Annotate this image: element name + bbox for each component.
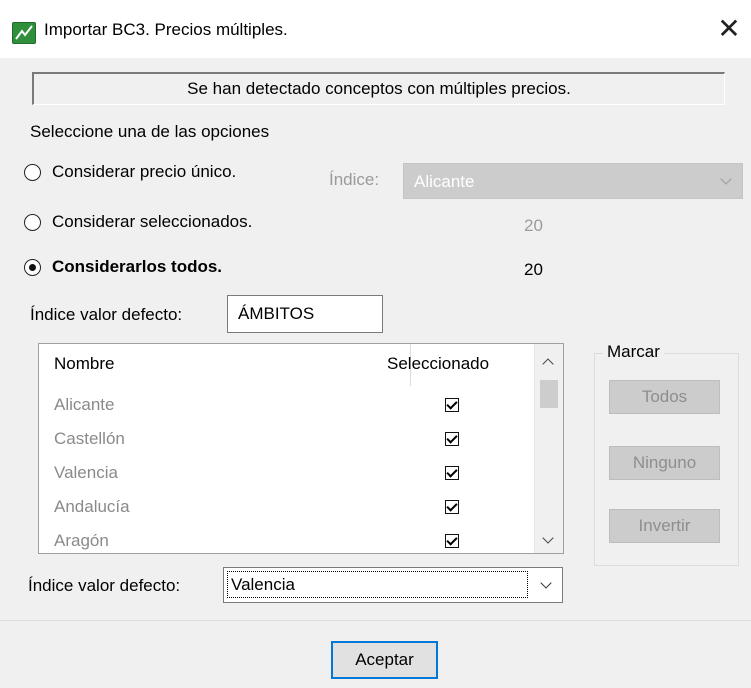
invert-button[interactable]: Invertir bbox=[609, 509, 720, 543]
info-message: Se han detectado conceptos con múltiples… bbox=[32, 72, 725, 105]
app-icon bbox=[12, 22, 36, 44]
default-index-field[interactable]: ÁMBITOS bbox=[227, 295, 383, 333]
radio-unique-price-label[interactable]: Considerar precio único. bbox=[52, 162, 236, 182]
index-label: Índice: bbox=[329, 170, 380, 189]
row-checkbox[interactable] bbox=[445, 398, 459, 412]
radio-all-label[interactable]: Considerarlos todos. bbox=[52, 257, 222, 277]
column-header-name[interactable]: Nombre bbox=[54, 354, 114, 374]
radio-all[interactable] bbox=[24, 259, 41, 276]
all-count: 20 bbox=[524, 260, 543, 279]
table-row[interactable]: Aragón bbox=[39, 525, 535, 553]
row-name: Valencia bbox=[54, 463, 118, 482]
row-checkbox[interactable] bbox=[445, 534, 459, 548]
selected-count: 20 bbox=[524, 216, 543, 235]
radio-unique-price[interactable] bbox=[24, 164, 41, 181]
default-index-combo[interactable]: Valencia bbox=[223, 567, 563, 603]
table-row[interactable]: Andalucía bbox=[39, 491, 535, 525]
index-combo: Alicante bbox=[403, 163, 743, 199]
chevron-down-icon bbox=[720, 173, 732, 185]
row-checkbox[interactable] bbox=[445, 432, 459, 446]
default-index-combo-selection: Valencia bbox=[227, 571, 528, 598]
table-row[interactable]: Alicante bbox=[39, 389, 535, 423]
row-checkbox[interactable] bbox=[445, 500, 459, 514]
close-icon[interactable]: ✕ bbox=[712, 12, 746, 46]
default-index-label: Índice valor defecto: bbox=[30, 305, 183, 324]
mark-group-title: Marcar bbox=[603, 342, 664, 362]
chevron-down-icon[interactable] bbox=[542, 532, 554, 544]
scrollbar-thumb[interactable] bbox=[540, 380, 558, 408]
row-name: Andalucía bbox=[54, 497, 130, 516]
mark-all-button[interactable]: Todos bbox=[609, 380, 720, 414]
concepts-table: Nombre Seleccionado Alicante Castellón V… bbox=[38, 343, 564, 554]
radio-selected[interactable] bbox=[24, 214, 41, 231]
row-name: Aragón bbox=[54, 531, 109, 550]
default-index-combo-label: Índice valor defecto: bbox=[28, 576, 181, 595]
column-header-selected[interactable]: Seleccionado bbox=[387, 354, 489, 374]
radio-selected-label[interactable]: Considerar seleccionados. bbox=[52, 212, 252, 232]
index-combo-value: Alicante bbox=[414, 172, 475, 191]
row-name: Alicante bbox=[54, 395, 115, 414]
options-label: Seleccione una de las opciones bbox=[30, 122, 270, 141]
mark-none-button[interactable]: Ninguno bbox=[609, 446, 720, 480]
window-title: Importar BC3. Precios múltiples. bbox=[44, 20, 288, 39]
chevron-up-icon[interactable] bbox=[542, 358, 554, 370]
chevron-down-icon[interactable] bbox=[540, 577, 552, 589]
table-row[interactable]: Valencia bbox=[39, 457, 535, 491]
table-scrollbar[interactable] bbox=[534, 344, 563, 553]
accept-button[interactable]: Aceptar bbox=[331, 641, 438, 679]
table-row[interactable]: Castellón bbox=[39, 423, 535, 457]
row-name: Castellón bbox=[54, 429, 125, 448]
default-index-combo-value: Valencia bbox=[231, 575, 295, 594]
row-checkbox[interactable] bbox=[445, 466, 459, 480]
default-index-value: ÁMBITOS bbox=[238, 304, 315, 323]
